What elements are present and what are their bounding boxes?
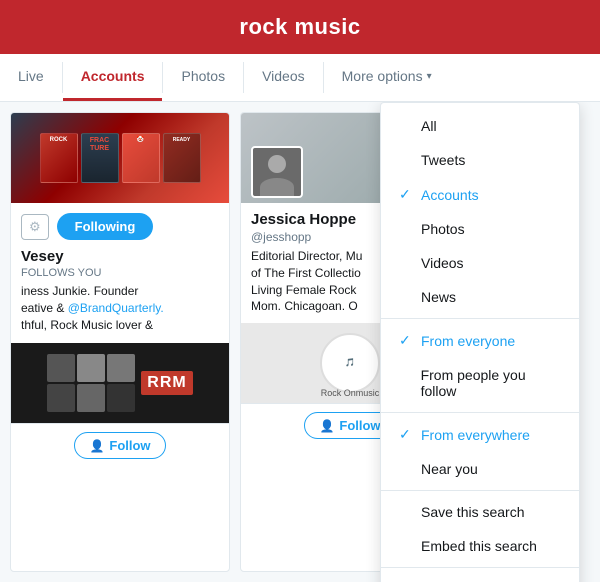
dropdown-label-from-everyone: From everyone bbox=[421, 333, 515, 349]
dropdown-label-embed-search: Embed this search bbox=[421, 538, 537, 554]
dropdown-item-embed-search[interactable]: Embed this search bbox=[381, 529, 579, 563]
dropdown-item-from-everyone[interactable]: ✓ From everyone bbox=[381, 323, 579, 358]
dropdown-separator-2 bbox=[381, 412, 579, 413]
rrm-pic-4 bbox=[47, 384, 75, 412]
dropdown-label-videos: Videos bbox=[421, 255, 464, 271]
chevron-down-icon: ▾ bbox=[427, 71, 432, 82]
card1-actions: ⚙ Following bbox=[21, 213, 219, 240]
album-cover-2: FRACTURE bbox=[81, 133, 119, 183]
avatar-head bbox=[268, 155, 286, 173]
album-covers: ROCK FRACTURE 🤡 READY bbox=[35, 128, 206, 188]
content-area: ROCK FRACTURE 🤡 READY ⚙ bbox=[0, 102, 600, 582]
dropdown-item-near-you[interactable]: Near you bbox=[381, 452, 579, 486]
person-icon-2: 👤 bbox=[319, 419, 334, 433]
dropdown-item-save-search[interactable]: Save this search bbox=[381, 495, 579, 529]
dropdown-label-from-everywhere: From everywhere bbox=[421, 427, 530, 443]
dropdown-separator-3 bbox=[381, 490, 579, 491]
album-cover-3: 🤡 bbox=[122, 133, 160, 183]
dropdown-item-advanced-search[interactable]: Advanced search bbox=[381, 572, 579, 582]
dropdown-label-from-people-you-follow: From people you follow bbox=[421, 367, 561, 399]
follow-button-card1[interactable]: 👤 Follow bbox=[74, 432, 165, 459]
dropdown-item-from-people-you-follow[interactable]: From people you follow bbox=[381, 358, 579, 408]
dropdown-item-tweets[interactable]: Tweets bbox=[381, 143, 579, 177]
rrm-pic-2 bbox=[77, 354, 105, 382]
card1-footer: 👤 Follow bbox=[11, 423, 229, 467]
dropdown-label-all: All bbox=[421, 118, 437, 134]
card1-bottom-banner: RRM bbox=[11, 343, 229, 423]
card1-bio: iness Junkie. Founder eative & @BrandQua… bbox=[21, 283, 219, 333]
dropdown-item-photos[interactable]: Photos bbox=[381, 212, 579, 246]
dropdown-item-videos[interactable]: Videos bbox=[381, 246, 579, 280]
checkmark-from-everywhere: ✓ bbox=[399, 426, 413, 443]
jessica-avatar bbox=[251, 146, 303, 198]
tab-live[interactable]: Live bbox=[0, 54, 62, 101]
tab-more-options[interactable]: More options ▾ bbox=[324, 54, 450, 101]
card1-name: Vesey bbox=[21, 248, 219, 265]
dropdown-item-all[interactable]: All bbox=[381, 109, 579, 143]
avatar-body bbox=[260, 178, 294, 196]
more-options-label: More options bbox=[342, 68, 423, 84]
dropdown-label-news: News bbox=[421, 289, 456, 305]
rrm-pic-6 bbox=[107, 384, 135, 412]
dropdown-item-news[interactable]: News bbox=[381, 280, 579, 314]
rrm-pic-5 bbox=[77, 384, 105, 412]
dropdown-label-photos: Photos bbox=[421, 221, 465, 237]
person-icon: 👤 bbox=[89, 439, 104, 453]
rrm-pic-1 bbox=[47, 354, 75, 382]
checkmark-from-everyone: ✓ bbox=[399, 332, 413, 349]
dropdown-separator-4 bbox=[381, 567, 579, 568]
album-cover-1: ROCK bbox=[40, 133, 78, 183]
dropdown-label-accounts: Accounts bbox=[421, 187, 479, 203]
brand-quarterly-link[interactable]: @BrandQuarterly. bbox=[68, 301, 164, 315]
tab-videos[interactable]: Videos bbox=[244, 54, 323, 101]
tab-photos[interactable]: Photos bbox=[163, 54, 243, 101]
rrm-pic-3 bbox=[107, 354, 135, 382]
tab-accounts[interactable]: Accounts bbox=[63, 54, 163, 101]
dropdown-label-save-search: Save this search bbox=[421, 504, 525, 520]
dropdown-label-tweets: Tweets bbox=[421, 152, 465, 168]
page-header: rock music bbox=[0, 0, 600, 54]
rock-on-music-label: Rock Onmusic bbox=[321, 388, 380, 398]
card1-follows-you: FOLLOWS YOU bbox=[21, 267, 219, 279]
rockonmusic-logo: 🎵 bbox=[320, 333, 380, 393]
dropdown-label-near-you: Near you bbox=[421, 461, 478, 477]
following-button-card1[interactable]: Following bbox=[57, 213, 154, 240]
search-query-title: rock music bbox=[239, 14, 360, 39]
dropdown-item-accounts[interactable]: ✓ Accounts bbox=[381, 177, 579, 212]
account-card-1: ROCK FRACTURE 🤡 READY ⚙ bbox=[10, 112, 230, 572]
album-cover-4: READY bbox=[163, 133, 201, 183]
rrm-logo: RRM bbox=[141, 371, 192, 395]
nav-tabs: Live Accounts Photos Videos More options… bbox=[0, 54, 600, 102]
card1-banner: ROCK FRACTURE 🤡 READY bbox=[11, 113, 229, 203]
dropdown-item-from-everywhere[interactable]: ✓ From everywhere bbox=[381, 417, 579, 452]
dropdown-separator-1 bbox=[381, 318, 579, 319]
gear-button-card1[interactable]: ⚙ bbox=[21, 214, 49, 240]
checkmark-accounts: ✓ bbox=[399, 186, 413, 203]
more-options-dropdown: All Tweets ✓ Accounts Photos Videos News… bbox=[380, 102, 580, 582]
rrm-images bbox=[47, 354, 135, 412]
card1-body: ⚙ Following Vesey FOLLOWS YOU iness Junk… bbox=[11, 203, 229, 343]
